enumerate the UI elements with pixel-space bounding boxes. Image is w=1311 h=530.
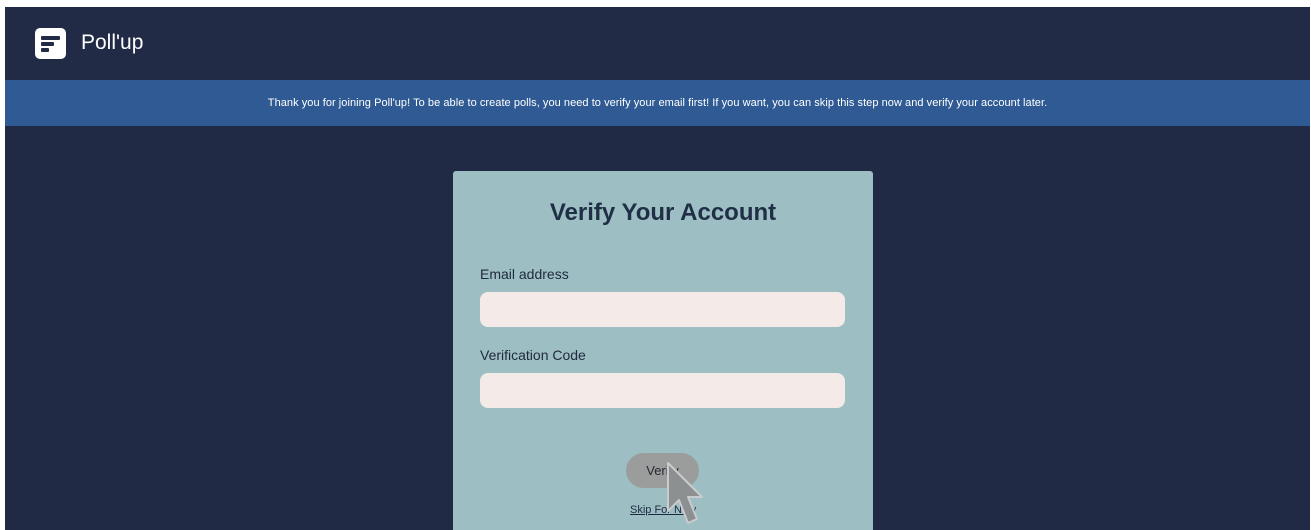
verification-code-label: Verification Code — [480, 347, 586, 363]
page-title: Verify Your Account — [549, 199, 777, 226]
verification-notice-banner: Thank you for joining Poll'up! To be abl… — [5, 80, 1310, 126]
verify-button[interactable]: Verify — [626, 453, 699, 488]
skip-for-now-link[interactable]: Skip For Now — [453, 504, 873, 516]
poll-document-icon[interactable] — [35, 28, 66, 59]
email-input[interactable] — [480, 292, 845, 327]
app-title[interactable]: Poll'up — [81, 31, 143, 55]
top-navigation-bar: Poll'up — [5, 7, 1310, 80]
email-label: Email address — [480, 266, 569, 282]
app-window: Poll'up Thank you for joining Poll'up! T… — [5, 7, 1310, 530]
verification-code-input[interactable] — [480, 373, 845, 408]
verify-account-card: Verify Your Account Email address Verifi… — [453, 171, 873, 530]
